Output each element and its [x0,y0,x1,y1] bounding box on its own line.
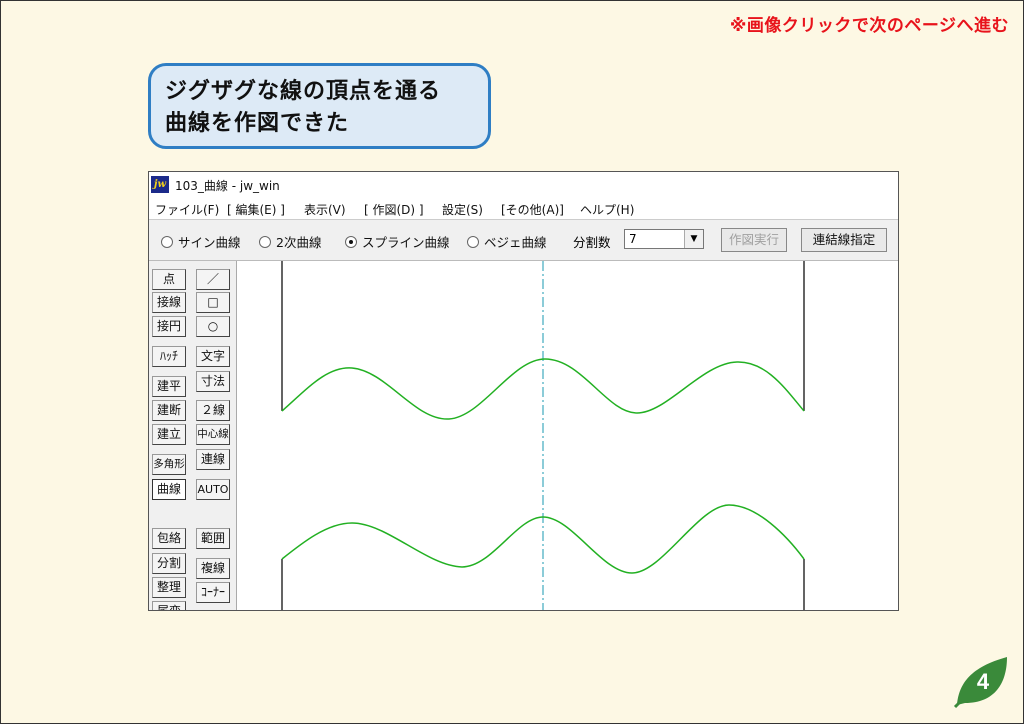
menu-edit[interactable]: [ 編集(E) ] [227,201,285,218]
tool-tangent-circle[interactable]: 接円 [152,316,186,337]
tool-rectangle[interactable]: □ [196,292,230,313]
tool-connect-line[interactable]: 連線 [196,449,230,470]
tool-corner[interactable]: ｺｰﾅｰ [196,582,230,603]
callout-line-1: ジグザグな線の頂点を通る [165,79,442,104]
tool-building-plan[interactable]: 建平 [152,376,186,397]
menu-settings[interactable]: 設定(S) [442,201,483,218]
tool-tangent-line[interactable]: 接線 [152,292,186,313]
tool-polygon[interactable]: 多角形 [152,454,186,475]
dropdown-arrow-icon[interactable]: ▼ [684,230,703,248]
radio-sine-curve[interactable]: サイン曲線 [161,232,241,251]
radio-label: サイン曲線 [178,235,241,250]
menu-file[interactable]: ファイル(F) [155,201,219,218]
tool-building-elevation[interactable]: 建立 [152,424,186,445]
radio-label: ベジェ曲線 [484,235,547,250]
radio-label: 2次曲線 [276,235,322,250]
menu-view[interactable]: 表示(V) [304,201,346,218]
slide-page[interactable]: ※画像クリックで次のページへ進む ジグザグな線の頂点を通る 曲線を作図できた j… [0,0,1024,724]
jw-app-icon: jw [151,176,169,193]
page-number: 4 [977,669,990,694]
connect-line-button[interactable]: 連結線指定 [801,228,887,252]
page-number-badge: 4 [951,653,1011,709]
radio-label: スプライン曲線 [362,235,450,250]
tool-arrange[interactable]: 整理 [152,577,186,598]
divisions-select[interactable]: 7 ▼ [624,229,704,249]
tool-text[interactable]: 文字 [196,346,230,367]
tool-circle[interactable]: ○ [196,316,230,337]
tool-attribute-change[interactable]: 属変 [152,601,186,610]
radio-indicator-selected [345,236,357,248]
window-title: 103_曲線 - jw_win [175,179,280,193]
tool-line[interactable]: ／ [196,269,230,290]
divisions-value: 7 [629,232,637,246]
divisions-label: 分割数 [573,235,611,250]
curve-options-bar: サイン曲線 2次曲線 スプライン曲線 ベジェ曲線 分割数 7 ▼ 作図実行 連結… [149,220,898,261]
menu-other[interactable]: [その他(A)] [501,201,564,218]
radio-indicator [467,236,479,248]
tool-point[interactable]: 点 [152,269,186,290]
callout-line-2: 曲線を作図できた [165,111,350,136]
radio-bezier-curve[interactable]: ベジェ曲線 [467,232,547,251]
tool-dimension[interactable]: 寸法 [196,371,230,392]
leaf-icon: 4 [953,657,1007,709]
menu-draw[interactable]: [ 作図(D) ] [364,201,424,218]
tool-palette: 点 接線 接円 ﾊｯﾁ 建平 建断 建立 多角形 曲線 包絡 分割 整理 属変 … [149,261,237,610]
tool-building-section[interactable]: 建断 [152,400,186,421]
drawing-svg [281,261,805,610]
drawing-canvas[interactable] [237,261,898,610]
menu-help[interactable]: ヘルプ(H) [580,201,634,218]
callout-box: ジグザグな線の頂点を通る 曲線を作図できた [148,63,491,149]
jw-win-window: jw 103_曲線 - jw_win ファイル(F) [ 編集(E) ] 表示(… [148,171,899,611]
tool-center-line[interactable]: 中心線 [196,424,230,445]
tool-divide[interactable]: 分割 [152,553,186,574]
tool-range[interactable]: 範囲 [196,528,230,549]
menu-bar: ファイル(F) [ 編集(E) ] 表示(V) [ 作図(D) ] 設定(S) … [149,197,898,220]
radio-indicator [259,236,271,248]
next-page-note: ※画像クリックで次のページへ進む [729,16,1009,36]
tool-copy-line[interactable]: 複線 [196,558,230,579]
tool-auto[interactable]: AUTO [196,479,230,500]
radio-spline-curve[interactable]: スプライン曲線 [345,232,450,251]
tool-envelope[interactable]: 包絡 [152,528,186,549]
radio-indicator [161,236,173,248]
radio-quadratic-curve[interactable]: 2次曲線 [259,232,321,251]
title-bar: jw 103_曲線 - jw_win [149,172,898,197]
tool-curve[interactable]: 曲線 [152,479,186,500]
execute-draw-button[interactable]: 作図実行 [721,228,787,252]
tool-double-line[interactable]: ２線 [196,400,230,421]
tool-hatch[interactable]: ﾊｯﾁ [152,346,186,367]
